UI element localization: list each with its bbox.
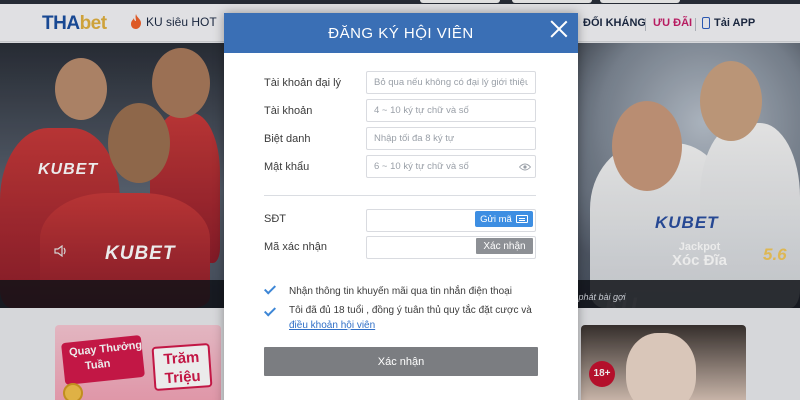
checkmark-icon[interactable] [264,305,278,319]
agent-label: Tài khoản đại lý [264,77,342,89]
age-consent-text: Tôi đã đủ 18 tuổi , đồng ý tuân thủ quy … [289,303,532,333]
password-label: Mật khẩu [264,161,310,173]
agent-input[interactable] [366,71,536,94]
code-label: Mã xác nhận [264,241,327,253]
password-input[interactable] [366,155,536,178]
account-label: Tài khoản [264,105,313,117]
phone-label: SĐT [264,213,286,225]
register-modal: ĐĂNG KÝ HỘI VIÊN Tài khoản đại lý Tài kh… [224,13,578,400]
submit-button[interactable]: Xác nhận [264,347,538,376]
eye-icon[interactable] [519,163,531,171]
promo-consent-text: Nhận thông tin khuyến mãi qua tin nhắn đ… [289,286,512,297]
phone-input[interactable] [373,210,473,231]
close-icon[interactable] [549,19,569,39]
age-consent-label: Tôi đã đủ 18 tuổi , đồng ý tuân thủ quy … [289,305,532,316]
send-code-label: Gửi mã [480,213,512,225]
message-icon [515,215,528,223]
code-input[interactable] [373,237,473,258]
verify-code-button[interactable]: Xác nhận [476,238,533,254]
terms-link[interactable]: điều khoản hội viên [289,320,375,331]
nickname-label: Biệt danh [264,133,311,145]
modal-header: ĐĂNG KÝ HỘI VIÊN [224,13,578,53]
promo-consent-row: Nhận thông tin khuyến mãi qua tin nhắn đ… [264,284,512,299]
account-input[interactable] [366,99,536,122]
form-divider [264,195,536,196]
modal-title: ĐĂNG KÝ HỘI VIÊN [328,25,474,42]
send-code-button[interactable]: Gửi mã [475,211,533,227]
age-consent-row: Tôi đã đủ 18 tuổi , đồng ý tuân thủ quy … [264,303,532,333]
checkmark-icon[interactable] [264,283,278,297]
nickname-input[interactable] [366,127,536,150]
